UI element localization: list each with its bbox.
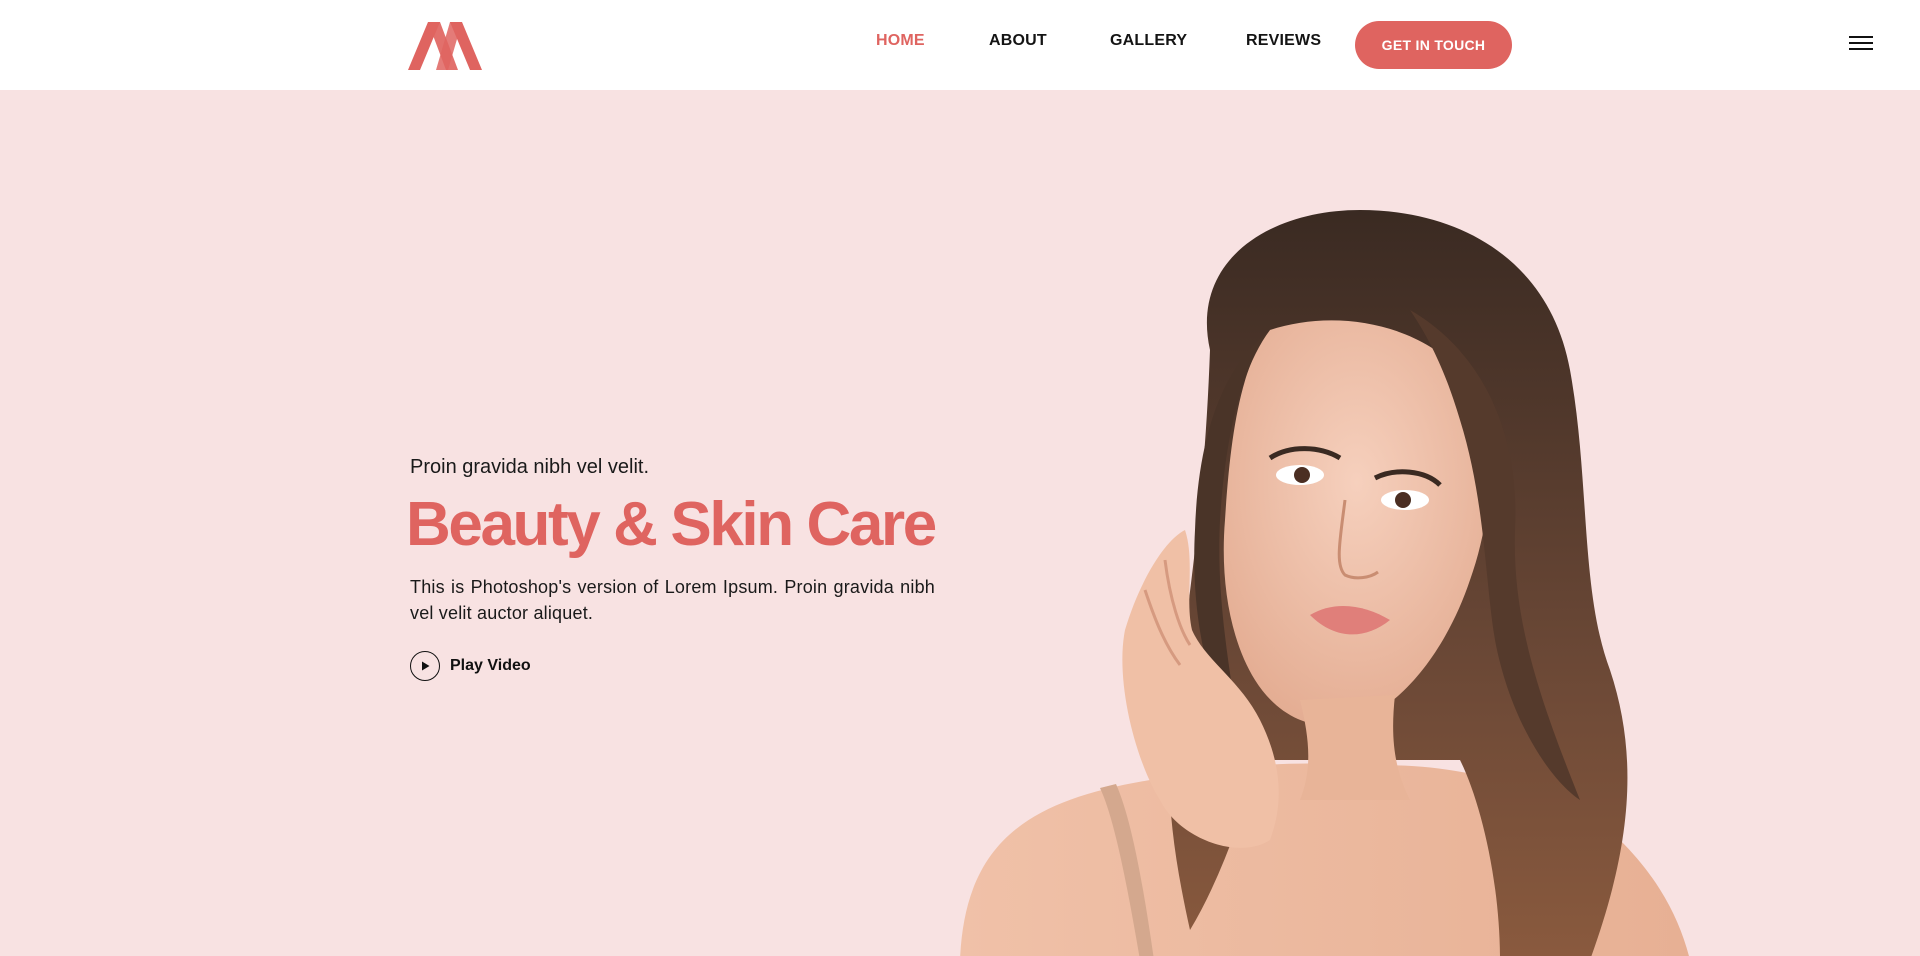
nav-reviews[interactable]: REVIEWS: [1246, 32, 1321, 50]
nav-about[interactable]: ABOUT: [989, 32, 1047, 50]
nav-home[interactable]: HOME: [876, 32, 925, 50]
hero-subtitle: Proin gravida nibh vel velit.: [410, 456, 650, 478]
play-icon: [410, 651, 440, 681]
nav-gallery[interactable]: GALLERY: [1110, 32, 1187, 50]
play-video-label: Play Video: [450, 657, 531, 674]
hamburger-menu-icon[interactable]: [1849, 36, 1873, 54]
hero-headline: Beauty & Skin Care: [406, 490, 937, 559]
play-video-button[interactable]: Play Video: [410, 651, 531, 681]
hero-description: This is Photoshop's version of Lorem Ips…: [410, 577, 935, 623]
site-header: HOME ABOUT GALLERY REVIEWS GET IN TOUCH: [0, 0, 1920, 90]
m-monogram-logo-icon: [408, 22, 482, 70]
logo[interactable]: [408, 22, 482, 70]
woman-portrait-photo: [940, 200, 1770, 956]
hero-section: Proin gravida nibh vel velit. Beauty & S…: [0, 90, 1920, 956]
get-in-touch-button[interactable]: GET IN TOUCH: [1355, 21, 1512, 69]
